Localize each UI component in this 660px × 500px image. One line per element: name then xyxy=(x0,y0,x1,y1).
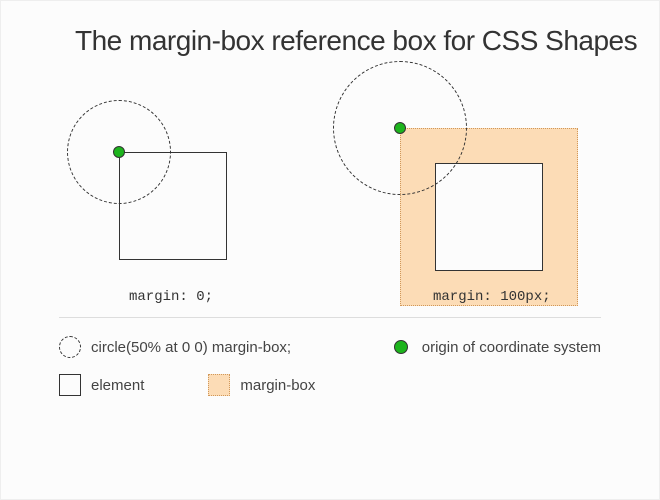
margin-box-icon xyxy=(208,374,230,396)
diagram-title: The margin-box reference box for CSS Sha… xyxy=(1,1,659,57)
fig-right-origin-dot xyxy=(394,122,406,134)
legend-element-label: element xyxy=(91,377,144,394)
legend-element: element xyxy=(59,374,144,396)
legend: circle(50% at 0 0) margin-box; origin of… xyxy=(1,318,659,396)
fig-left-origin-dot xyxy=(113,146,125,158)
diagram-stage: margin: 0; margin: 100px; xyxy=(1,57,659,317)
legend-margin-box: margin-box xyxy=(208,374,315,396)
element-box-icon xyxy=(59,374,81,396)
legend-margin-box-label: margin-box xyxy=(240,377,315,394)
origin-dot-icon xyxy=(394,340,408,354)
legend-origin-label: origin of coordinate system xyxy=(422,339,601,356)
fig-right-element-box xyxy=(435,163,543,271)
legend-shape-func: circle(50% at 0 0) margin-box; xyxy=(59,336,291,358)
fig-left-caption: margin: 0; xyxy=(129,289,213,305)
legend-shape-func-label: circle(50% at 0 0) margin-box; xyxy=(91,339,291,356)
legend-origin: origin of coordinate system xyxy=(390,339,601,356)
dashed-circle-icon xyxy=(59,336,81,358)
fig-right-caption: margin: 100px; xyxy=(433,289,551,305)
